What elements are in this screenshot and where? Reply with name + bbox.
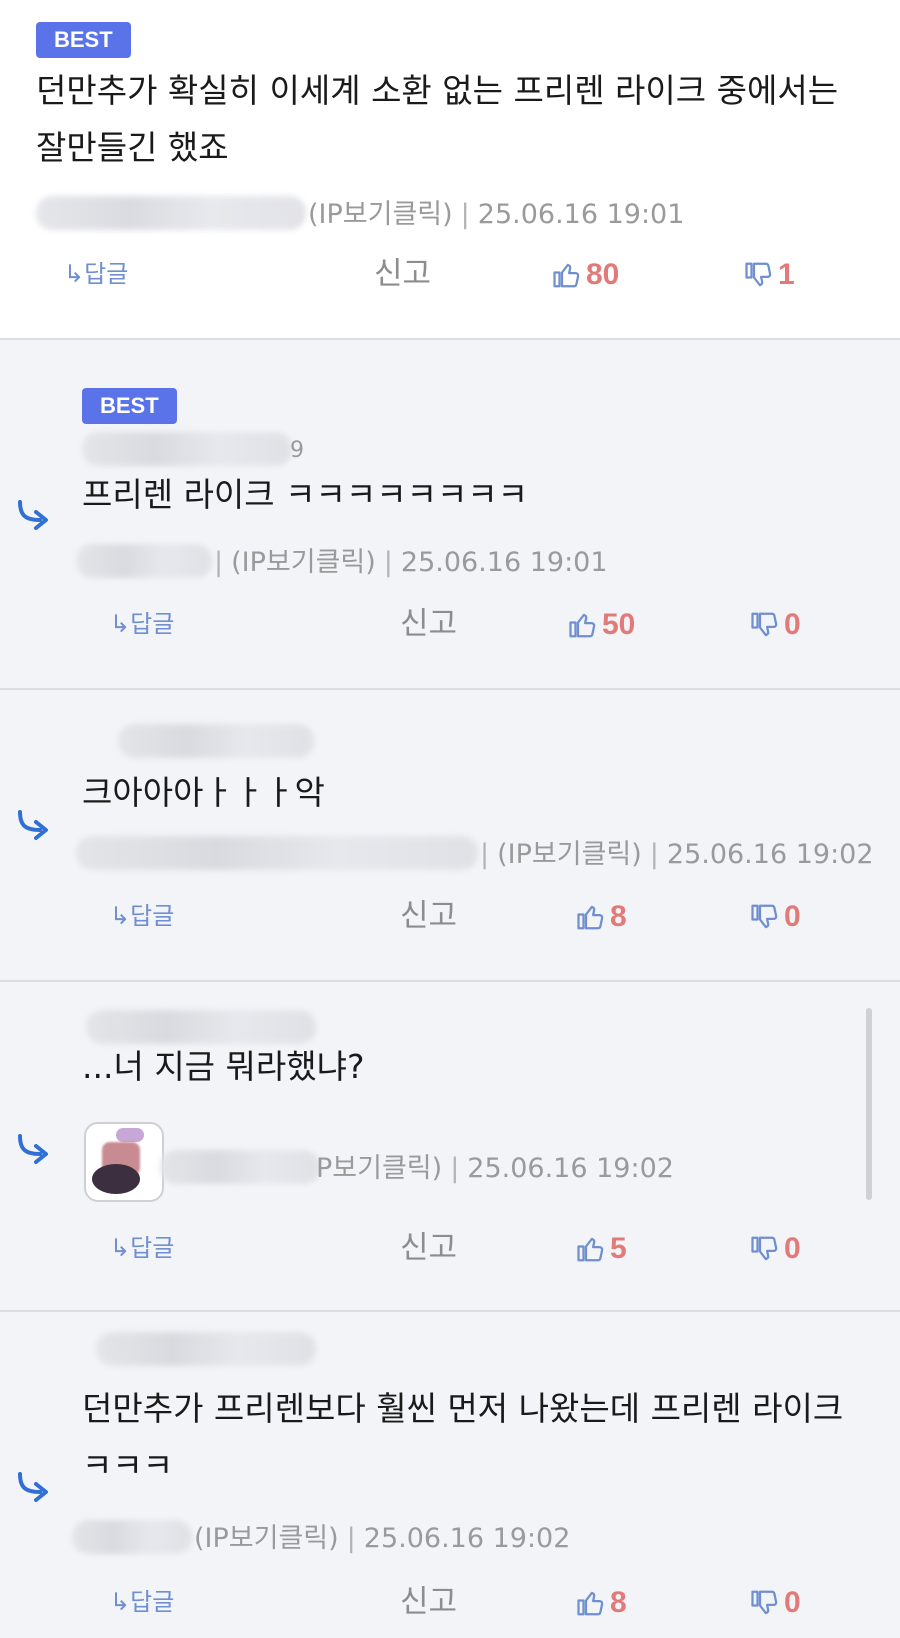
scrollbar[interactable] [866, 1008, 872, 1200]
comment-4: ...너 지금 뭐라했냐? P보기클릭) | 25.06.16 19:02 ↳답글 … [0, 982, 900, 1312]
comment-actions: ↳답글 신고 8 0 [0, 896, 900, 936]
report-button[interactable]: 신고 [400, 604, 457, 644]
comment-text: ...너 지금 뭐라했냐? [82, 1047, 365, 1086]
nickname-blurred [118, 724, 314, 758]
comment-5: 던만추가 프리렌보다 훨씬 먼저 나왔는데 프리렌 라이크 ㅋㅋㅋ (IP보기클… [0, 1312, 900, 1638]
comment-meta: | (IP보기클릭) | 25.06.16 19:02 [480, 839, 874, 870]
comment-meta: (IP보기클릭) | 25.06.16 19:01 [308, 199, 685, 230]
best-badge: BEST [82, 388, 177, 424]
comment-meta: (IP보기클릭) | 25.06.16 19:02 [194, 1523, 571, 1554]
reply-button[interactable]: ↳답글 [64, 254, 128, 294]
thumbs-down-icon [751, 1236, 778, 1260]
thumbs-up-icon [553, 263, 580, 287]
dislike-button[interactable]: 1 [744, 254, 795, 295]
comment-2: BEST 9 프리렌 라이크 ㅋㅋㅋㅋㅋㅋㅋㅋ | (IP보기클릭) | 25.06.… [0, 340, 900, 690]
dislike-count: 0 [784, 1585, 801, 1619]
comment-date: 25.06.16 19:01 [477, 199, 685, 230]
report-button[interactable]: 신고 [400, 896, 457, 936]
like-button[interactable]: 5 [576, 1228, 627, 1269]
report-button[interactable]: 신고 [400, 1582, 457, 1622]
like-count: 80 [586, 257, 620, 291]
thumbs-up-icon [569, 613, 596, 637]
dislike-count: 0 [784, 1231, 801, 1265]
thumbs-down-icon [751, 904, 778, 928]
comment-meta: | (IP보기클릭) | 25.06.16 19:01 [214, 547, 608, 578]
dislike-count: 1 [778, 257, 795, 291]
comment-actions: ↳답글 신고 8 0 [0, 1582, 900, 1622]
comment-actions: ↳답글 신고 5 0 [0, 1228, 900, 1268]
comment-date: 25.06.16 19:02 [363, 1523, 571, 1554]
thumbs-down-icon [745, 262, 772, 286]
ip-link[interactable]: P보기클릭) [316, 1153, 442, 1184]
reply-arrow-icon [18, 1134, 48, 1164]
like-button[interactable]: 50 [568, 604, 635, 645]
report-button[interactable]: 신고 [374, 254, 431, 294]
comment-meta: P보기클릭) | 25.06.16 19:02 [316, 1153, 674, 1184]
reply-arrow-icon [18, 810, 48, 840]
report-button[interactable]: 신고 [400, 1228, 457, 1268]
comment-1: BEST 던만추가 확실히 이세계 소환 없는 프리렌 라이크 중에서는 잘만들… [0, 0, 900, 340]
comment-date: 25.06.16 19:01 [400, 547, 608, 578]
ip-link[interactable]: (IP보기클릭) [194, 1523, 339, 1554]
comment-text: 던만추가 프리렌보다 훨씬 먼저 나왔는데 프리렌 라이크 ㅋㅋㅋ [82, 1389, 844, 1485]
comment-actions: ↳답글 신고 50 0 [0, 604, 900, 644]
reply-button[interactable]: ↳답글 [110, 1582, 174, 1622]
ip-link[interactable]: (IP보기클릭) [231, 547, 376, 578]
like-count: 5 [610, 1231, 627, 1265]
like-count: 8 [610, 899, 627, 933]
nickname-blurred [82, 432, 292, 466]
like-button[interactable]: 8 [576, 896, 627, 937]
nickname-blurred [76, 544, 212, 578]
best-badge: BEST [36, 22, 131, 58]
comment-actions: ↳답글 신고 80 1 [0, 254, 900, 294]
user-avatar[interactable] [84, 1122, 164, 1202]
like-button[interactable]: 8 [576, 1582, 627, 1623]
like-count: 8 [610, 1585, 627, 1619]
nickname-blurred [36, 196, 306, 230]
avatar-bow [116, 1128, 144, 1142]
thumbs-down-icon [751, 612, 778, 636]
nickname-blurred [160, 1150, 320, 1184]
dislike-button[interactable]: 0 [750, 1228, 801, 1269]
nickname-blurred [72, 1520, 192, 1554]
nickname-tail: 9 [290, 438, 304, 463]
comment-date: 25.06.16 19:02 [666, 839, 874, 870]
like-count: 50 [602, 607, 636, 641]
comment-3: 크아아아ㅏㅏㅏ악 | (IP보기클릭) | 25.06.16 19:02 ↳답글 신고… [0, 690, 900, 982]
reply-arrow-icon [18, 500, 48, 530]
reply-arrow-icon [18, 1472, 48, 1502]
reply-button[interactable]: ↳답글 [110, 896, 174, 936]
thumbs-up-icon [577, 1237, 604, 1261]
like-button[interactable]: 80 [552, 254, 619, 295]
comment-text: 던만추가 확실히 이세계 소환 없는 프리렌 라이크 중에서는 잘만들긴 했죠 [36, 71, 839, 167]
comment-text: 크아아아ㅏㅏㅏ악 [82, 773, 325, 812]
dislike-button[interactable]: 0 [750, 896, 801, 937]
ip-link[interactable]: (IP보기클릭) [497, 839, 642, 870]
reply-button[interactable]: ↳답글 [110, 604, 174, 644]
comment-text: 프리렌 라이크 ㅋㅋㅋㅋㅋㅋㅋㅋ [82, 475, 529, 514]
ip-link[interactable]: (IP보기클릭) [308, 199, 453, 230]
dislike-count: 0 [784, 899, 801, 933]
nickname-blurred [96, 1332, 316, 1366]
dislike-button[interactable]: 0 [750, 1582, 801, 1623]
avatar-body [92, 1164, 140, 1194]
dislike-button[interactable]: 0 [750, 604, 801, 645]
reply-button[interactable]: ↳답글 [110, 1228, 174, 1268]
thumbs-down-icon [751, 1590, 778, 1614]
nickname-blurred [76, 836, 478, 870]
thumbs-up-icon [577, 905, 604, 929]
dislike-count: 0 [784, 607, 801, 641]
thumbs-up-icon [577, 1591, 604, 1615]
comment-date: 25.06.16 19:02 [467, 1153, 674, 1184]
